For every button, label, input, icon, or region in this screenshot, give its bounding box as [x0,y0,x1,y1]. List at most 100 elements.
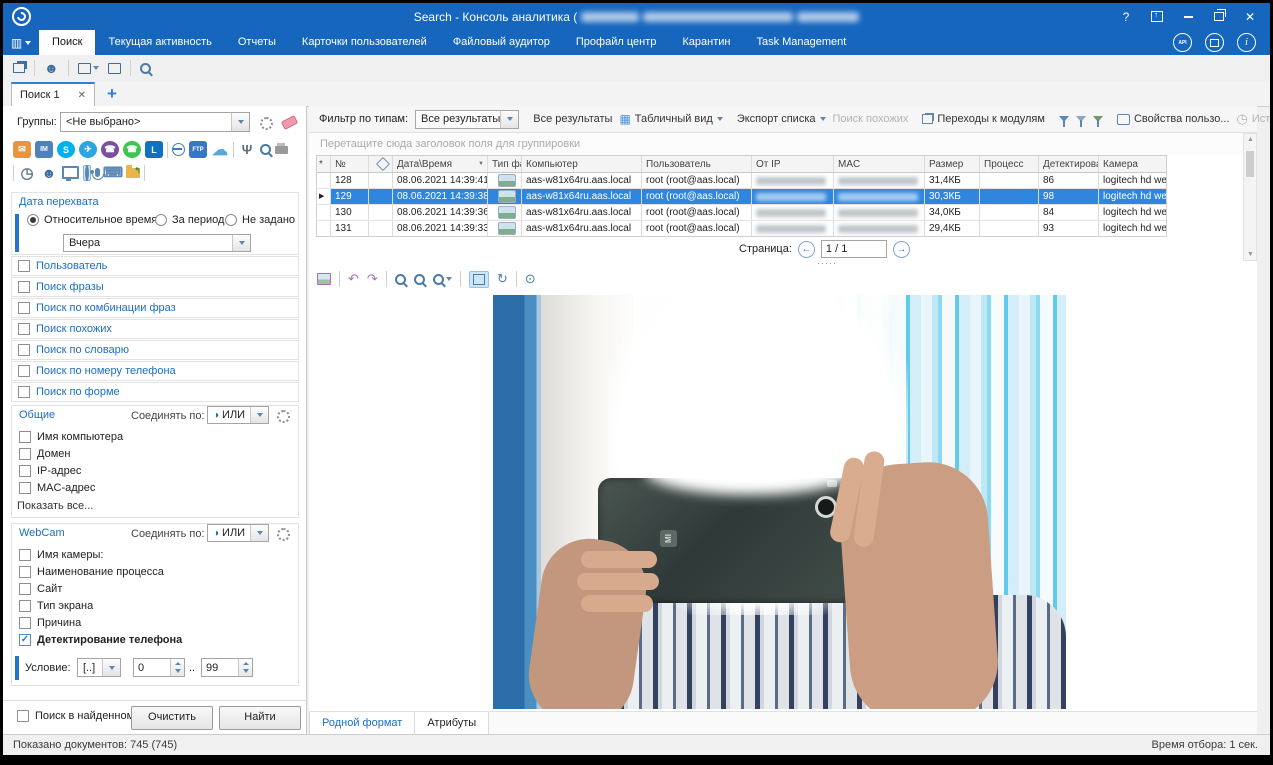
http-globe-icon[interactable] [172,143,185,156]
zoom-in-button[interactable] [395,274,406,285]
checkbox-reason[interactable]: Причина [19,617,81,629]
save-image-button[interactable] [317,273,331,285]
page-input[interactable]: 1 / 1 [821,240,887,258]
header-num[interactable]: № [331,156,369,172]
checkbox-phone-detection[interactable]: Детектирование телефона [19,634,182,646]
table-scrollbar[interactable]: ▲ ▼ [1243,133,1257,261]
tab-poisk-1[interactable]: Поиск 1 ✕ [11,82,95,106]
modules-icon[interactable] [1205,33,1224,52]
checkbox-icon[interactable] [18,386,30,398]
header-computer[interactable]: Компьютер [522,156,642,172]
user-properties-button[interactable]: Свойства пользо... [1117,113,1230,125]
filter-row-similar[interactable]: Поиск похожих [11,319,299,339]
view-mode-button[interactable]: ⊙ [525,271,536,287]
webcam-join-dropdown[interactable]: ◑ ИЛИ [207,524,269,542]
checkbox-icon[interactable] [18,323,30,335]
whatsapp-icon[interactable]: ☎ [123,141,141,158]
scroll-down-icon[interactable]: ▼ [1247,251,1254,258]
printer-icon[interactable] [275,146,288,154]
search-in-found-checkbox[interactable]: Поиск в найденном [17,710,134,722]
tab-native-format[interactable]: Родной формат [309,712,415,735]
common-settings-gear-icon[interactable] [277,410,290,423]
checkbox-domain[interactable]: Домен [19,448,70,460]
condition-to-spinner[interactable]: 99 [201,658,253,677]
table-row-selected[interactable]: ▶ 129 08.06.2021 14:39:38 aas-w81x64ru.a… [317,189,1166,205]
condition-from-spinner[interactable]: 0 [133,658,185,677]
table-header-row[interactable]: * № Дата\Время▼ Тип фа Компьютер Пользов… [317,156,1166,173]
radio-for-period[interactable]: За период [155,214,224,226]
table-row[interactable]: 128 08.06.2021 14:39:41 aas-w81x64ru.aas… [317,173,1166,189]
groups-dropdown[interactable]: <Не выбрано> [60,112,250,132]
group-by-hint[interactable]: Перетащите сюда заголовок поля для групп… [309,133,1257,155]
header-size[interactable]: Размер [925,156,980,172]
header-camera[interactable]: Камера [1099,156,1166,172]
minimize-button[interactable] [1181,10,1195,24]
search-similar-button[interactable]: Поиск похожих [833,113,909,125]
checkbox-icon[interactable] [18,302,30,314]
spinner-arrows-icon[interactable] [170,659,184,676]
menu-tab-task-management[interactable]: Task Management [743,30,859,55]
header-detected[interactable]: Детектирова [1039,156,1099,172]
export-list-button[interactable]: Экспорт списка [737,113,826,125]
popout-button[interactable] [1150,10,1164,24]
close-tab-icon[interactable]: ✕ [78,90,86,101]
radio-not-set[interactable]: Не задано [225,214,295,226]
checkbox-process-name[interactable]: Наименование процесса [19,566,164,578]
user-activity-icon[interactable]: ☻ [40,164,58,181]
ftp-icon[interactable]: FTP [189,141,207,158]
checkbox-icon[interactable] [18,365,30,377]
clock-icon[interactable]: ◷ [18,164,36,181]
import-tab-button[interactable] [108,63,121,74]
header-from-ip[interactable]: От IP [752,156,834,172]
table-view-button[interactable]: ▦Табличный вид [619,112,722,126]
cloud-icon[interactable]: ☁ [211,141,229,158]
viber-icon[interactable]: ☎ [101,141,119,158]
filter-funnel-apply-icon[interactable] [1093,116,1103,122]
export-tab-button[interactable] [78,63,99,74]
close-button[interactable]: ✕ [1243,10,1257,24]
filter-funnel-icon[interactable] [1059,116,1069,122]
header-user[interactable]: Пользователь [642,156,752,172]
usb-icon[interactable]: Ψ [238,141,256,158]
add-tab-button[interactable]: + [107,84,117,104]
menu-tab-poisk[interactable]: Поиск [39,30,95,55]
find-button[interactable]: Найти [219,706,301,730]
checkbox-site[interactable]: Сайт [19,583,62,595]
menu-tab-quarantine[interactable]: Карантин [669,30,743,55]
microphone-icon[interactable] [95,168,100,177]
checkbox-mac-address[interactable]: MAC-адрес [19,482,95,494]
table-row[interactable]: 130 08.06.2021 14:39:36 aas-w81x64ru.aas… [317,205,1166,221]
chat-history-button[interactable]: ◷История переписки [1237,111,1271,127]
clear-groups-eraser-icon[interactable] [281,115,298,130]
im-icon[interactable]: IM [35,141,53,158]
common-join-dropdown[interactable]: ◑ ИЛИ [207,406,269,424]
filter-row-phone-number[interactable]: Поиск по номеру телефона [11,361,299,381]
app-menu-button[interactable]: ▥ [3,30,39,55]
menu-tab-reports[interactable]: Отчеты [225,30,289,55]
header-file-type[interactable]: Тип фа [488,156,522,172]
folder-icon[interactable] [126,168,140,178]
menu-tab-file-auditor[interactable]: Файловый аудитор [440,30,563,55]
groups-settings-gear-icon[interactable] [260,117,273,130]
checkbox-camera-name[interactable]: Имя камеры: [19,549,103,561]
checkbox-icon[interactable] [18,344,30,356]
spinner-arrows-icon[interactable] [238,659,252,676]
user-search-button[interactable]: ☻ [44,60,59,76]
checkbox-ip-address[interactable]: IP-адрес [19,465,81,477]
rotate-right-button[interactable]: ↷ [367,271,378,287]
api-icon[interactable]: API [1173,33,1192,52]
zoom-out-button[interactable] [414,274,425,285]
id-search-button[interactable] [140,63,151,74]
filter-row-user[interactable]: Пользователь [11,256,299,276]
keyboard-icon[interactable]: ⌨ [104,164,122,181]
fit-to-window-button[interactable] [469,271,489,288]
clear-button[interactable]: Очистить [131,706,213,730]
menu-tab-profile-center[interactable]: Профайл центр [563,30,669,55]
relative-time-dropdown[interactable]: Вчера [63,234,251,252]
type-filter-dropdown[interactable]: Все результаты [415,110,519,129]
filter-funnel-edit-icon[interactable] [1076,116,1086,122]
monitor-icon[interactable] [62,166,79,179]
rotate-left-button[interactable]: ↶ [348,271,359,287]
email-icon[interactable]: ✉ [13,141,31,158]
lync-icon[interactable]: L [145,141,163,158]
